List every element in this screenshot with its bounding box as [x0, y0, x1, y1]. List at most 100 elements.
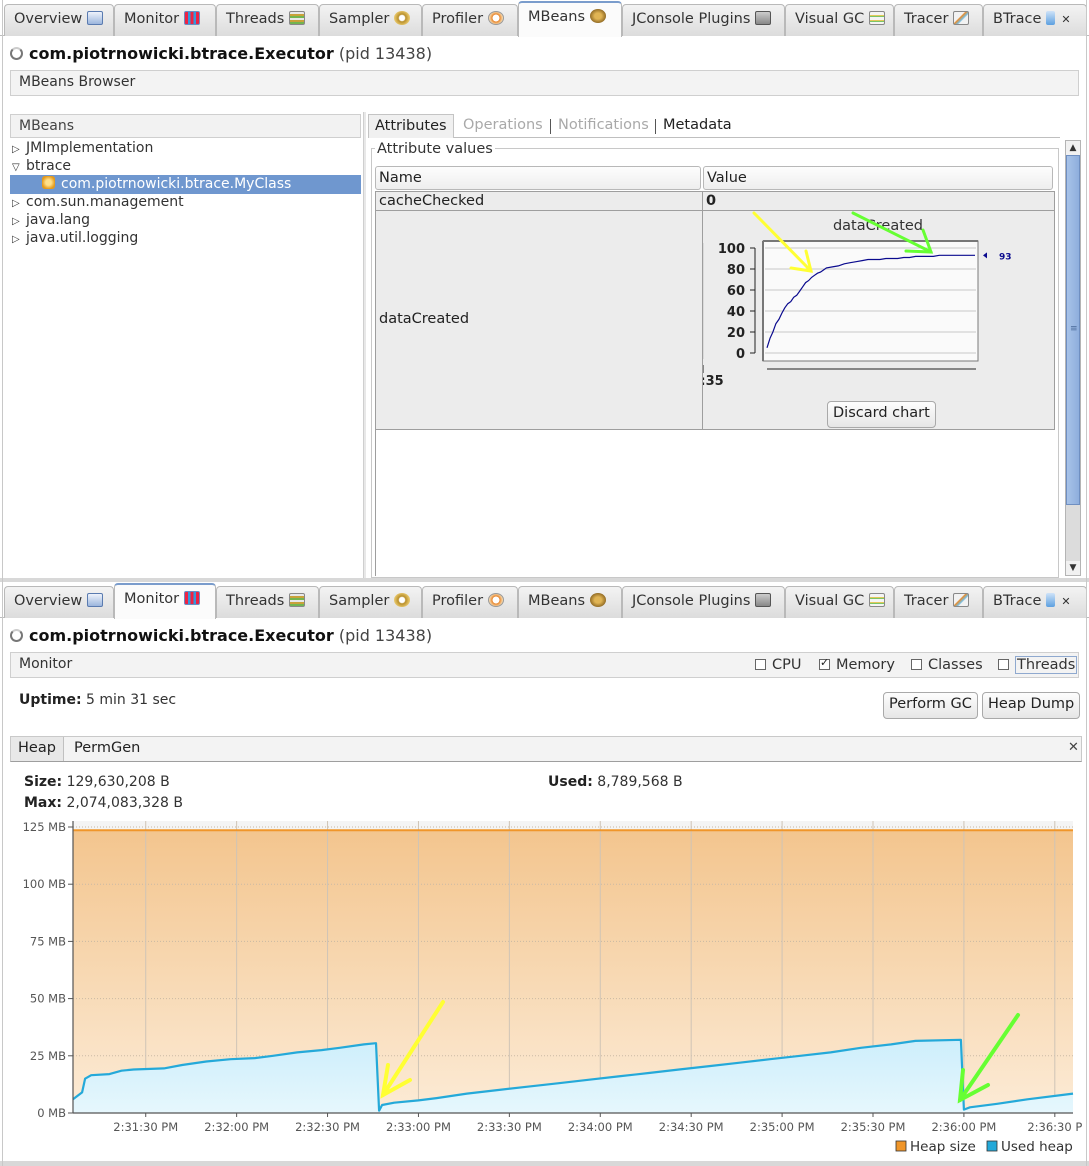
app-name: com.piotrnowicki.btrace.Executor — [29, 626, 334, 645]
heap-chart-ytick-label: 50 MB — [30, 992, 66, 1006]
uptime: Uptime: 5 min 31 sec — [19, 692, 176, 708]
monitor-icon — [184, 591, 201, 605]
checkbox-box-checked[interactable] — [819, 656, 830, 670]
mbeans-window: Overview Monitor Threads Sampler Profiler MBe… — [0, 0, 1089, 580]
mbeans-icon — [590, 593, 607, 607]
checkbox-label: CPU — [772, 657, 802, 673]
heap-chart-xtick-label: 2:34:30 PM — [659, 1120, 724, 1134]
memory-tab-bar — [10, 736, 1082, 762]
checkbox-box[interactable] — [755, 659, 766, 670]
tab-monitor[interactable]: Monitor — [114, 583, 216, 619]
mbeans-icon — [590, 9, 607, 23]
checkbox-box[interactable] — [998, 659, 1009, 670]
right-border — [1086, 0, 1087, 1166]
close-tab-icon[interactable]: ✕ — [1061, 595, 1070, 608]
overview-icon — [87, 593, 104, 607]
tab-sampler[interactable]: Sampler — [319, 586, 422, 618]
legend-used-heap-swatch — [986, 1140, 998, 1152]
heap-chart-ytick-label: 0 MB — [37, 1106, 66, 1120]
used-label: Used: — [548, 774, 593, 790]
tab-label: JConsole Plugins — [632, 593, 751, 609]
threads-icon — [289, 593, 306, 607]
left-border — [2, 0, 3, 1166]
tab-overview[interactable]: Overview — [4, 586, 114, 618]
heap-chart-xtick-label: 2:35:00 PM — [750, 1120, 815, 1134]
heap-chart-xtick-label: 2:33:30 PM — [477, 1120, 542, 1134]
legend-heap-size-label: Heap size — [910, 1139, 976, 1155]
green-arrow-icon — [851, 211, 934, 254]
tab-mbeans[interactable]: MBeans — [518, 586, 622, 618]
yellow-arrow-icon — [752, 211, 814, 273]
heap-chart-xtick-label: 2:36:00 PM — [931, 1120, 996, 1134]
memory-checkbox[interactable]: Memory — [819, 656, 895, 673]
tab-label: Heap — [18, 740, 56, 756]
heap-chart-xtick-label: 2:34:00 PM — [568, 1120, 633, 1134]
tab-visual-gc[interactable]: Visual GC — [785, 586, 894, 618]
btrace-icon — [1046, 593, 1056, 607]
tab-threads[interactable]: Threads — [216, 586, 319, 618]
tab-label: Profiler — [432, 593, 484, 609]
legend-heap-size-swatch — [895, 1140, 907, 1152]
perform-gc-button[interactable]: Perform GC — [883, 692, 978, 719]
app-title: com.piotrnowicki.btrace.Executor (pid 13… — [10, 626, 432, 645]
tab-label: PermGen — [74, 740, 141, 756]
tab-label: Threads — [226, 593, 285, 609]
heap-max: Max: 2,074,083,328 B — [24, 795, 183, 811]
tab-label: Overview — [14, 593, 83, 609]
visualgc-icon — [869, 593, 886, 607]
uptime-value: 5 min 31 sec — [86, 692, 177, 708]
tab-label: Visual GC — [795, 593, 865, 609]
tab-heap[interactable]: Heap — [11, 737, 64, 761]
heap-chart-xtick-label: 2:35:30 PM — [841, 1120, 906, 1134]
checkbox-label: Memory — [836, 657, 895, 673]
legend-used-heap-label: Used heap — [1001, 1139, 1073, 1155]
tab-mbeans[interactable]: MBeans — [518, 1, 622, 37]
heap-chart-ytick-label: 75 MB — [30, 934, 66, 948]
profiler-icon — [488, 593, 505, 607]
heap-dump-button[interactable]: Heap Dump — [982, 692, 1081, 719]
heap-chart-xtick-label: 2:33:00 PM — [386, 1120, 451, 1134]
heap-chart-xtick-label: 2:32:00 PM — [204, 1120, 269, 1134]
tab-label: Monitor — [124, 591, 180, 607]
max-value: 2,074,083,328 B — [66, 795, 183, 811]
section-title: Monitor — [19, 656, 73, 672]
tab-label: Sampler — [329, 593, 390, 609]
tab-jconsole-plugins[interactable]: JConsole Plugins — [622, 586, 785, 618]
loading-spinner-icon — [10, 629, 23, 642]
heap-chart-ytick-label: 100 MB — [23, 877, 67, 891]
heap-size: Size: 129,630,208 B — [24, 774, 170, 790]
cpu-checkbox[interactable]: CPU — [755, 657, 801, 673]
heap-chart-ytick-label: 25 MB — [30, 1049, 66, 1063]
bottom-border — [0, 1161, 1089, 1166]
button-label: Perform GC — [889, 696, 972, 712]
tracer-icon — [953, 593, 970, 607]
close-memory-tab-icon[interactable]: ✕ — [1068, 740, 1079, 755]
size-label: Size: — [24, 774, 63, 790]
tab-permgen[interactable]: PermGen — [67, 737, 147, 761]
size-value: 129,630,208 B — [66, 774, 170, 790]
heap-used: Used: 8,789,568 B — [548, 774, 683, 790]
max-label: Max: — [24, 795, 63, 811]
bottom-tab-bar: Overview Monitor Threads Sampler Profiler MBe… — [0, 582, 1089, 619]
tab-label: Tracer — [904, 593, 949, 609]
heap-chart-xtick-label: 2:32:30 PM — [295, 1120, 360, 1134]
checkbox-label: Threads — [1015, 656, 1078, 674]
tab-tracer[interactable]: Tracer — [894, 586, 983, 618]
annotation-arrows-top — [752, 211, 934, 273]
tab-profiler[interactable]: Profiler — [422, 586, 518, 618]
classes-checkbox[interactable]: Classes — [911, 657, 983, 673]
heap-chart-xtick-label: 2:36:30 P — [1027, 1120, 1082, 1134]
jconsole-icon — [755, 593, 772, 607]
tab-label: MBeans — [528, 9, 586, 25]
sampler-icon — [394, 593, 411, 607]
app-pid: (pid 13438) — [338, 626, 433, 645]
checkbox-box[interactable] — [911, 659, 922, 670]
checkbox-label: Classes — [928, 657, 983, 673]
button-label: Heap Dump — [988, 696, 1075, 712]
tab-label: MBeans — [528, 593, 586, 609]
threads-checkbox[interactable]: Threads — [998, 656, 1078, 674]
tab-btrace[interactable]: BTrace ✕ — [983, 586, 1087, 618]
uptime-label: Uptime: — [19, 692, 82, 708]
heap-chart: 0 MB 25 MB 50 MB 75 MB 100 MB 125 MB 2:31:30 P… — [23, 820, 1083, 1155]
used-value: 8,789,568 B — [597, 774, 683, 790]
